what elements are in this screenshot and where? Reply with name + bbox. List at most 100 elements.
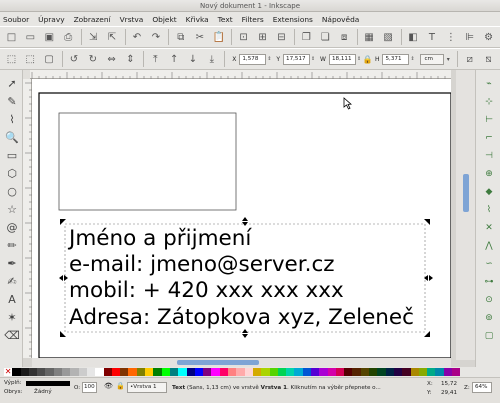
- color-swatch[interactable]: [95, 368, 104, 376]
- calligraphy-tool-icon[interactable]: ✍: [4, 274, 20, 290]
- color-swatch[interactable]: [377, 368, 386, 376]
- color-swatch[interactable]: [186, 368, 195, 376]
- color-swatch[interactable]: [178, 368, 187, 376]
- color-swatch[interactable]: [86, 368, 96, 376]
- spiral-tool-icon[interactable]: @: [4, 220, 20, 236]
- color-swatch[interactable]: [128, 368, 137, 376]
- lock-ratio-icon[interactable]: 🔒: [362, 52, 372, 67]
- menu-napoveda[interactable]: Nápověda: [322, 15, 359, 24]
- spray-tool-icon[interactable]: ✶: [4, 310, 20, 326]
- align-icon[interactable]: ⊫: [462, 30, 477, 45]
- color-swatch[interactable]: [393, 368, 403, 376]
- horizontal-ruler[interactable]: [30, 70, 451, 79]
- color-swatch[interactable]: [244, 368, 253, 376]
- drawing-canvas[interactable]: Jméno a přijmení e-mail: jmeno@server.cz…: [32, 79, 451, 358]
- 3d-box-tool-icon[interactable]: ⬡: [4, 166, 20, 182]
- color-swatch[interactable]: [103, 368, 112, 376]
- redo-icon[interactable]: ↷: [148, 30, 163, 45]
- color-swatch[interactable]: [252, 368, 262, 376]
- rotate-ccw-icon[interactable]: ↺: [67, 52, 82, 67]
- duplicate-icon[interactable]: ❐: [299, 30, 314, 45]
- node-tool-icon[interactable]: ✎: [4, 94, 20, 110]
- text-font-icon[interactable]: T: [424, 30, 439, 45]
- color-swatch[interactable]: [402, 368, 411, 376]
- color-swatch[interactable]: [443, 368, 453, 376]
- color-swatch[interactable]: [435, 368, 444, 376]
- select-all-layers-icon[interactable]: ⬚: [23, 52, 38, 67]
- zoom-page-icon[interactable]: ⊟: [274, 30, 289, 45]
- snap-bbox-icon[interactable]: ⊹: [483, 96, 495, 108]
- lock-layer-icon[interactable]: 🔒: [116, 383, 125, 390]
- color-swatch[interactable]: [120, 368, 129, 376]
- zoom-drawing-icon[interactable]: ⊞: [255, 30, 270, 45]
- color-swatch[interactable]: [70, 368, 79, 376]
- color-swatch[interactable]: [111, 368, 121, 376]
- text-tool-icon[interactable]: A: [4, 292, 20, 308]
- fill-indicator[interactable]: [26, 381, 70, 386]
- color-swatch[interactable]: [286, 368, 295, 376]
- ellipse-tool-icon[interactable]: ○: [4, 184, 20, 200]
- raise-to-top-icon[interactable]: ⤒: [148, 52, 163, 67]
- color-swatch[interactable]: [78, 368, 87, 376]
- color-swatch[interactable]: [410, 368, 419, 376]
- vertical-scrollbar[interactable]: [456, 70, 475, 360]
- lower-icon[interactable]: ↓: [186, 52, 201, 67]
- select-all-icon[interactable]: ⬚: [4, 52, 19, 67]
- menu-text[interactable]: Text: [218, 15, 233, 24]
- open-icon[interactable]: ▭: [23, 30, 38, 45]
- zoom-tool-icon[interactable]: 🔍: [4, 130, 20, 146]
- visibility-eye-icon[interactable]: 👁: [104, 383, 113, 390]
- color-swatch[interactable]: [261, 368, 270, 376]
- color-swatch[interactable]: [62, 368, 71, 376]
- color-swatch[interactable]: [28, 368, 38, 376]
- color-swatch[interactable]: [427, 368, 436, 376]
- pen-tool-icon[interactable]: ✒: [4, 256, 20, 272]
- menu-krivka[interactable]: Křivka: [186, 15, 209, 24]
- w-input[interactable]: 18,111: [328, 53, 356, 65]
- menu-upravy[interactable]: Úpravy: [38, 15, 64, 24]
- horizontal-scrollbar[interactable]: [32, 358, 451, 367]
- clone-icon[interactable]: ❏: [318, 30, 333, 45]
- color-swatch[interactable]: [161, 368, 170, 376]
- snap-smooth-icon[interactable]: ∽: [483, 258, 495, 270]
- unit-select[interactable]: cm: [420, 53, 445, 65]
- y-input[interactable]: 17,517: [283, 53, 311, 65]
- snap-nodes-icon[interactable]: ◆: [483, 186, 495, 198]
- snap-enable-icon[interactable]: ⌁: [483, 78, 495, 90]
- horizontal-scroll-thumb[interactable]: [177, 360, 259, 365]
- rotate-cw-icon[interactable]: ↻: [85, 52, 100, 67]
- snap-page-icon[interactable]: ▢: [483, 330, 495, 342]
- color-swatch[interactable]: [236, 368, 245, 376]
- menu-vrstva[interactable]: Vrstva: [120, 15, 144, 24]
- color-swatch[interactable]: [319, 368, 328, 376]
- color-swatch[interactable]: [385, 368, 394, 376]
- color-swatch[interactable]: [310, 368, 320, 376]
- color-swatch[interactable]: [228, 368, 237, 376]
- menu-zobrazeni[interactable]: Zobrazení: [74, 15, 111, 24]
- print-icon[interactable]: ⎙: [61, 30, 76, 45]
- snap-bbox-midpoint-icon[interactable]: ⊣: [483, 150, 495, 162]
- snap-intersection-icon[interactable]: ✕: [483, 222, 495, 234]
- zoom-input[interactable]: 64%: [472, 382, 492, 393]
- x-spinner-icon[interactable]: ⇕: [267, 56, 273, 62]
- ungroup-icon[interactable]: ▧: [381, 30, 396, 45]
- color-swatch[interactable]: [327, 368, 336, 376]
- y-spinner-icon[interactable]: ⇕: [311, 56, 317, 62]
- new-document-icon[interactable]: □: [4, 30, 19, 45]
- vertical-ruler[interactable]: [23, 79, 32, 358]
- scale-stroke-icon[interactable]: ⧄: [462, 52, 477, 67]
- snap-midpoint-icon[interactable]: ⊶: [483, 276, 495, 288]
- color-swatch[interactable]: [277, 368, 287, 376]
- cut-icon[interactable]: ✂: [192, 30, 207, 45]
- snap-cusp-icon[interactable]: ⋀: [483, 240, 495, 252]
- menu-soubor[interactable]: Soubor: [3, 15, 29, 24]
- import-icon[interactable]: ⇲: [86, 30, 101, 45]
- flip-vertical-icon[interactable]: ⇕: [123, 52, 138, 67]
- rectangle-tool-icon[interactable]: ▭: [4, 148, 20, 164]
- stroke-value[interactable]: Žádný: [34, 389, 52, 396]
- snap-rotation-center-icon[interactable]: ⊚: [483, 312, 495, 324]
- color-swatch[interactable]: [369, 368, 378, 376]
- tweak-tool-icon[interactable]: ⌇: [4, 112, 20, 128]
- opacity-input[interactable]: 100: [82, 382, 97, 393]
- color-swatch[interactable]: [335, 368, 345, 376]
